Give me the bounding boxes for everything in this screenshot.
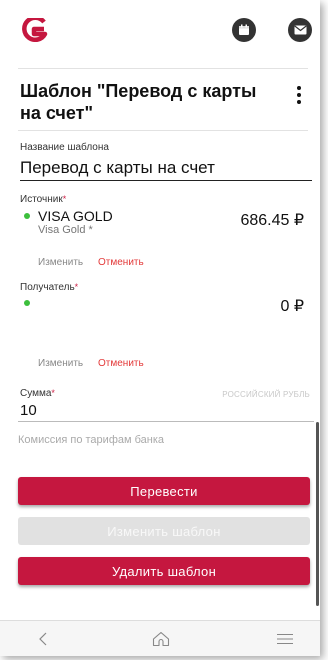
- commission-note: Комиссия по тарифам банка: [18, 434, 165, 446]
- recipient-label-text: Получатель: [20, 282, 75, 293]
- transfer-button[interactable]: Перевести: [18, 477, 310, 505]
- scrollbar[interactable]: [316, 422, 319, 606]
- calendar-icon[interactable]: [232, 18, 256, 42]
- source-card-subtitle: Visa Gold *: [38, 224, 93, 236]
- app-screen: Шаблон "Перевод с карты на счет" Названи…: [0, 0, 320, 656]
- template-name-underline: [20, 180, 312, 181]
- recipient-cancel-link[interactable]: Отменить: [98, 358, 144, 369]
- sum-input[interactable]: 10: [20, 402, 37, 419]
- sum-label: Сумма*: [20, 388, 55, 399]
- source-change-link[interactable]: Изменить: [38, 257, 83, 268]
- template-name-label: Название шаблона: [20, 142, 109, 153]
- top-bar: [0, 0, 320, 62]
- header-divider: [18, 68, 308, 69]
- source-balance: 686.45 ₽: [240, 212, 304, 229]
- source-card-name[interactable]: VISA GOLD: [38, 208, 113, 224]
- source-required-mark: *: [62, 194, 67, 204]
- currency-label: РОССИЙСКИЙ РУБЛЬ: [222, 390, 310, 399]
- more-vertical-icon[interactable]: [296, 86, 302, 108]
- sum-required-mark: *: [51, 388, 55, 398]
- recipient-change-link[interactable]: Изменить: [38, 358, 83, 369]
- edit-template-button[interactable]: Изменить шаблон: [18, 517, 310, 545]
- menu-icon[interactable]: [274, 629, 296, 649]
- sum-underline: [18, 421, 314, 422]
- recipient-required-mark: *: [74, 282, 79, 292]
- home-icon[interactable]: [150, 629, 172, 649]
- recipient-amount: 0 ₽: [280, 298, 304, 315]
- source-label: Источник*: [20, 194, 66, 205]
- mail-icon[interactable]: [288, 18, 312, 42]
- source-status-dot: [24, 213, 30, 219]
- template-name-input[interactable]: Перевод с карты на счет: [20, 158, 215, 178]
- recipient-label: Получатель*: [20, 282, 78, 293]
- sum-label-text: Сумма: [20, 388, 52, 399]
- recipient-status-dot: [24, 300, 30, 306]
- source-label-text: Источник: [20, 194, 63, 205]
- delete-template-button[interactable]: Удалить шаблон: [18, 557, 310, 585]
- source-cancel-link[interactable]: Отменить: [98, 257, 144, 268]
- back-icon[interactable]: [32, 629, 54, 649]
- system-nav-bar: [0, 620, 320, 656]
- bank-logo-icon[interactable]: [20, 18, 48, 42]
- page-title: Шаблон "Перевод с карты на счет": [20, 81, 257, 123]
- title-divider: [18, 130, 308, 131]
